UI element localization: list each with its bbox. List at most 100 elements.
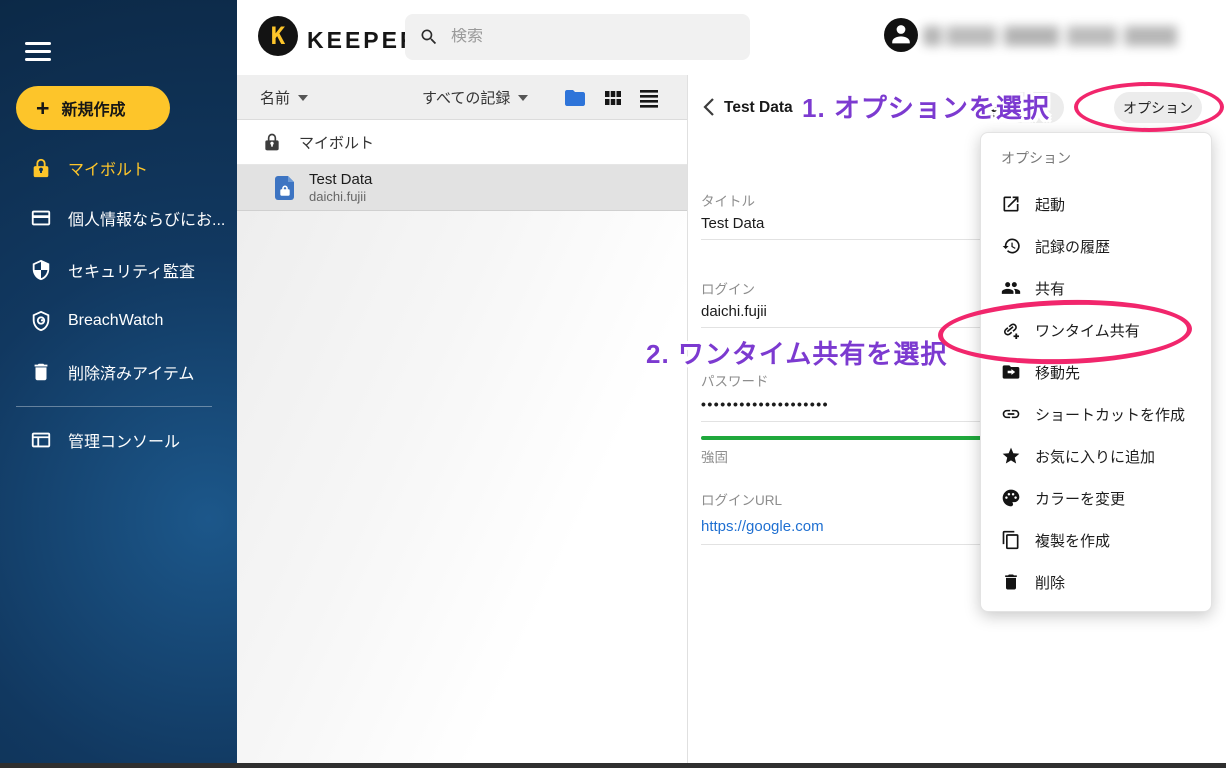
login-field-value: daichi.fujii <box>701 303 767 320</box>
console-window-icon <box>30 429 52 451</box>
record-title: Test Data <box>309 171 372 189</box>
record-subtitle: daichi.fujii <box>309 189 372 205</box>
menu-item-launch[interactable]: 起動 <box>981 183 1211 225</box>
menu-item-label: 共有 <box>1035 278 1065 299</box>
new-record-button[interactable]: + 新規作成 <box>16 86 170 130</box>
password-field-label: パスワード <box>701 370 769 390</box>
menu-item-label: 複製を作成 <box>1035 530 1110 551</box>
url-field-label: ログインURL <box>701 489 782 509</box>
sidebar-item-label: 個人情報ならびにお... <box>68 206 225 230</box>
password-field-value-masked: •••••••••••••••••••• <box>701 396 829 412</box>
search-input[interactable] <box>451 28 736 46</box>
back-chevron-icon[interactable] <box>702 97 716 117</box>
menu-item-duplicate[interactable]: 複製を作成 <box>981 519 1211 561</box>
user-name-blurred <box>923 26 1185 46</box>
new-record-label: 新規作成 <box>61 96 125 120</box>
breachwatch-shield-icon <box>30 310 52 332</box>
folder-view-icon[interactable] <box>563 86 587 110</box>
star-icon <box>1001 446 1021 466</box>
card-icon <box>30 207 52 229</box>
sidebar-item-label: セキュリティ監査 <box>68 258 195 282</box>
options-button-label: オプション <box>1123 98 1193 118</box>
menu-item-label: お気に入りに追加 <box>1035 446 1155 467</box>
list-header: 名前 すべての記録 <box>237 75 687 120</box>
sidebar-divider <box>16 406 212 407</box>
trash-icon <box>30 361 52 383</box>
sidebar-item-label: 削除済みアイテム <box>68 360 194 384</box>
annotation-step1: 1. オプションを選択 <box>802 88 1050 125</box>
menu-item-share[interactable]: 共有 <box>981 267 1211 309</box>
sidebar-item-admin-console[interactable]: 管理コンソール <box>0 418 237 462</box>
grid-view-icon[interactable] <box>601 86 625 110</box>
move-folder-icon <box>1001 362 1021 382</box>
chevron-down-icon <box>518 95 528 101</box>
keeper-logo-icon: K <box>258 16 298 56</box>
menu-item-label: カラーを変更 <box>1035 488 1125 509</box>
sort-by-name-dropdown[interactable]: 名前 <box>260 75 308 120</box>
palette-icon <box>1001 488 1021 508</box>
lock-icon <box>262 132 282 152</box>
url-field-link[interactable]: https://google.com <box>701 518 824 535</box>
menu-item-label: 削除 <box>1035 572 1065 593</box>
lock-icon <box>30 157 52 179</box>
login-field-label: ログイン <box>701 278 755 298</box>
hamburger-menu-icon[interactable] <box>25 42 51 66</box>
password-strength-label: 強固 <box>701 446 728 466</box>
menu-item-move-to[interactable]: 移動先 <box>981 351 1211 393</box>
filter-label: すべての記録 <box>422 87 510 108</box>
breadcrumb-my-vault-row[interactable]: マイボルト <box>237 120 687 165</box>
delete-trash-icon <box>1001 572 1021 592</box>
shortcut-link-icon <box>1001 404 1021 424</box>
menu-item-add-to-favorites[interactable]: お気に入りに追加 <box>981 435 1211 477</box>
title-field-value: Test Data <box>701 215 764 232</box>
menu-item-one-time-share[interactable]: ワンタイム共有 <box>981 309 1211 351</box>
sidebar-item-my-vault[interactable]: マイボルト <box>0 146 237 190</box>
bottom-window-edge <box>0 763 1226 768</box>
user-avatar-icon[interactable] <box>884 18 918 52</box>
sidebar-item-identity[interactable]: 個人情報ならびにお... <box>0 196 237 240</box>
wordmark-text: KEEPER <box>307 27 420 53</box>
sidebar-item-breachwatch[interactable]: BreachWatch <box>0 299 237 343</box>
launch-icon <box>1001 194 1021 214</box>
menu-item-delete[interactable]: 削除 <box>981 561 1211 603</box>
sidebar-item-deleted-items[interactable]: 削除済みアイテム <box>0 350 237 394</box>
one-time-share-icon <box>1001 320 1021 340</box>
search-bar[interactable] <box>405 14 750 60</box>
annotation-step2: 2. ワンタイム共有を選択 <box>646 334 947 371</box>
menu-item-label: ワンタイム共有 <box>1035 320 1140 341</box>
keeper-vault-app: + 新規作成 マイボルト 個人情報ならびにお... セキュリティ監査 <box>0 0 1226 768</box>
options-dropdown-menu: オプション 起動 記録の履歴 共有 ワンタイム共有 <box>980 132 1212 612</box>
menu-item-record-history[interactable]: 記録の履歴 <box>981 225 1211 267</box>
detail-title: Test Data <box>724 99 793 117</box>
title-field-label: タイトル <box>701 190 755 210</box>
plus-icon: + <box>36 97 49 120</box>
copy-icon <box>1001 530 1021 550</box>
record-file-lock-icon <box>275 176 295 200</box>
shield-check-icon <box>30 259 52 281</box>
menu-item-label: 移動先 <box>1035 362 1080 383</box>
menu-item-label: 記録の履歴 <box>1035 236 1110 257</box>
record-type-filter-dropdown[interactable]: すべての記録 <box>422 75 528 120</box>
sidebar-item-label: マイボルト <box>68 156 148 180</box>
record-row-test-data[interactable]: Test Data daichi.fujii <box>237 165 687 211</box>
menu-item-label: 起動 <box>1035 194 1065 215</box>
menu-item-create-shortcut[interactable]: ショートカットを作成 <box>981 393 1211 435</box>
topbar: K KEEPER® <box>237 0 1226 75</box>
list-view-icon[interactable] <box>637 86 661 110</box>
sidebar-item-label: BreachWatch <box>68 312 163 330</box>
sidebar-item-label: 管理コンソール <box>68 428 180 452</box>
menu-item-label: ショートカットを作成 <box>1035 404 1185 425</box>
chevron-down-icon <box>298 95 308 101</box>
options-button[interactable]: オプション <box>1114 92 1202 123</box>
logo-letter: K <box>271 22 285 50</box>
menu-item-change-color[interactable]: カラーを変更 <box>981 477 1211 519</box>
record-list-panel: 名前 すべての記録 マイボルト <box>237 75 687 763</box>
people-icon <box>1001 278 1021 298</box>
breadcrumb: マイボルト <box>299 132 374 153</box>
options-menu-header: オプション <box>981 141 1211 175</box>
sidebar: + 新規作成 マイボルト 個人情報ならびにお... セキュリティ監査 <box>0 0 237 763</box>
sort-label: 名前 <box>260 87 290 108</box>
search-icon <box>419 27 439 47</box>
sidebar-item-security-audit[interactable]: セキュリティ監査 <box>0 248 237 292</box>
history-icon <box>1001 236 1021 256</box>
